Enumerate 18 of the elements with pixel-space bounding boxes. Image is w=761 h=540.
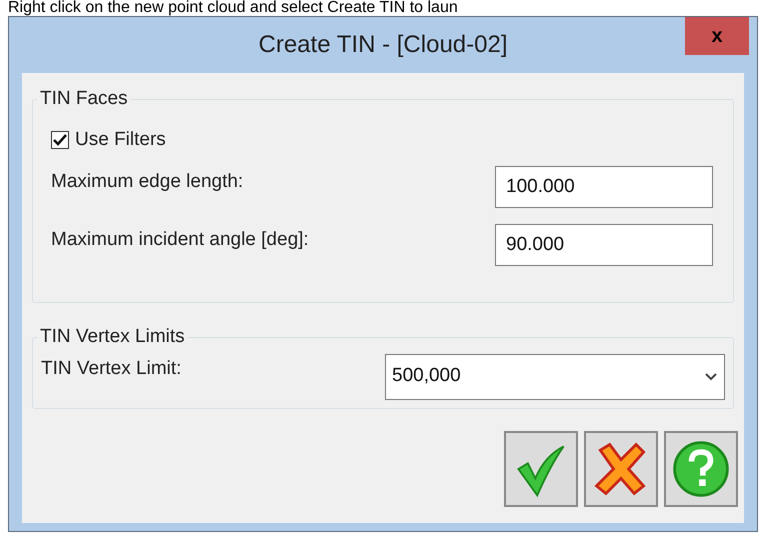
caption-text: Right click on the new point cloud and select Create TIN to laun [8,0,459,16]
field-label: Maximum incident angle [deg]: [51,228,309,252]
help-button[interactable] [664,430,738,506]
input-field[interactable]: 90.000 [495,224,713,266]
chevron-down-icon [704,372,718,382]
input-field[interactable]: 100.000 [495,166,713,208]
field-label: Maximum edge length: [51,170,244,194]
vertex-limit-dropdown[interactable]: 500,000 [385,354,725,400]
close-button[interactable]: x [685,17,749,55]
group-title: TIN Vertex Limits [39,325,186,349]
window-title: Create TIN - [Cloud-02] [258,30,508,60]
cancel-button[interactable] [584,430,658,506]
checkbox-label: Use Filters [75,128,166,152]
group-title: TIN Faces [39,87,129,111]
dropdown-value: 500,000 [392,364,461,388]
field-label: TIN Vertex Limit: [41,357,182,382]
checkbox[interactable] [51,130,69,149]
ok-button[interactable] [504,430,578,506]
